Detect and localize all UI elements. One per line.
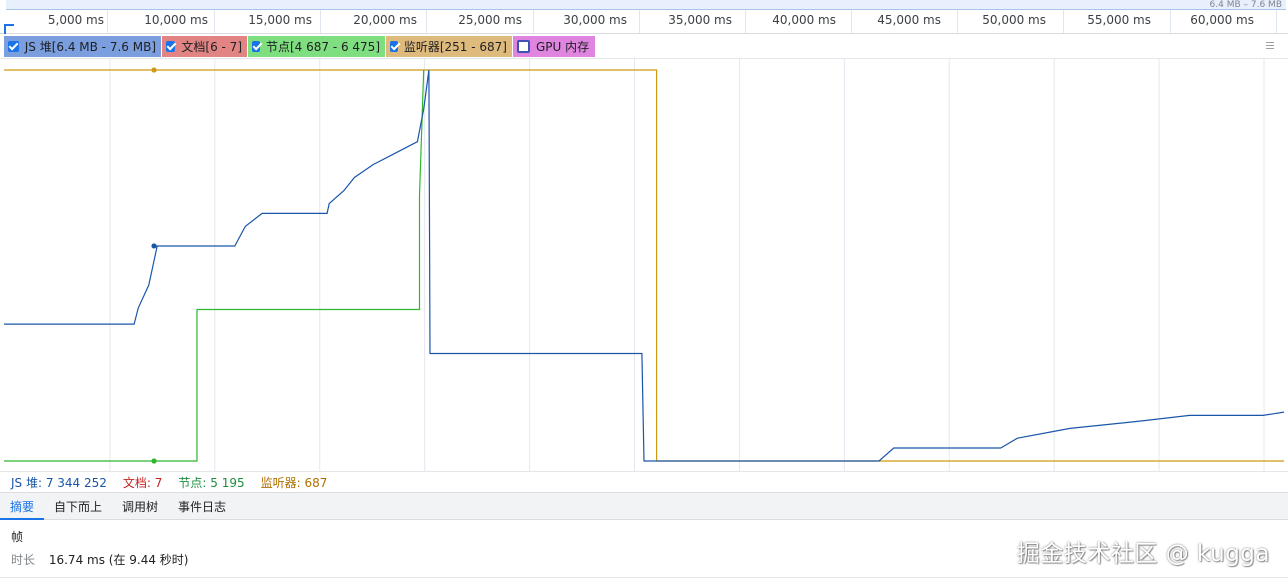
documents-value: 文档: 7 <box>122 475 163 490</box>
checkbox-icon[interactable] <box>517 40 530 53</box>
timeline-ruler[interactable]: 6.4 MB – 7.6 MB 5,000 ms 10,000 ms 15,000 … <box>0 0 1288 34</box>
ruler-tick-label: 20,000 ms <box>353 13 417 27</box>
ruler-tick-label: 40,000 ms <box>772 13 836 27</box>
memory-counters-chart[interactable] <box>0 58 1288 471</box>
duration-value: 16.74 ms (在 9.44 秒时) <box>48 553 189 567</box>
ruler-tick-label: 45,000 ms <box>877 13 941 27</box>
ruler-gridline <box>426 10 427 33</box>
memory-chart-svg <box>4 58 1285 471</box>
ruler-tick-label: 15,000 ms <box>248 13 312 27</box>
ruler-tick-label: 50,000 ms <box>982 13 1046 27</box>
ruler-tick-label: 30,000 ms <box>563 13 627 27</box>
js-heap-value: JS 堆: 7 344 252 <box>11 475 107 490</box>
details-tabs: 摘要 自下而上 调用树 事件日志 <box>0 492 1288 520</box>
legend-label: GPU 内存 <box>536 40 590 54</box>
ruler-tick-label: 55,000 ms <box>1087 13 1151 27</box>
nodes-value: 节点: 5 195 <box>178 475 245 490</box>
legend-label: 文档[6 - 7] <box>181 40 242 54</box>
divider <box>0 577 1288 578</box>
ruler-gridline <box>639 10 640 33</box>
legend-gpu-memory[interactable]: GPU 内存 <box>513 36 595 57</box>
overview-memory-band[interactable] <box>6 0 1286 10</box>
series-marker <box>151 243 157 249</box>
window-left-handle[interactable] <box>4 24 14 34</box>
series-line-nodes <box>4 69 425 462</box>
series-marker <box>151 67 157 73</box>
ruler-gridline <box>533 10 534 33</box>
ruler-gridline <box>1276 10 1277 33</box>
tab-bottom-up[interactable]: 自下而上 <box>44 493 112 519</box>
series-marker <box>151 458 157 464</box>
performance-memory-panel: 6.4 MB – 7.6 MB 5,000 ms 10,000 ms 15,000 … <box>0 0 1288 585</box>
checkbox-icon[interactable] <box>252 41 260 52</box>
overview-range-label: 6.4 MB – 7.6 MB <box>1209 0 1282 10</box>
counter-values: JS 堆: 7 344 252 文档: 7 节点: 5 195 监听器: 687 <box>0 471 1288 492</box>
summary-pane: 帧 时长 16.74 ms (在 9.44 秒时) 掘金技术社区 @ kugga <box>0 520 1288 585</box>
tab-summary[interactable]: 摘要 <box>0 493 45 520</box>
counter-legend: JS 堆[6.4 MB - 7.6 MB] 文档[6 - 7] 节点[4 687 -… <box>0 34 1288 59</box>
legend-label: 监听器[251 - 687] <box>403 40 507 54</box>
ruler-tick-label: 5,000 ms <box>47 13 104 27</box>
legend-nodes[interactable]: 节点[4 687 - 6 475] <box>248 36 385 57</box>
resize-handle-icon[interactable] <box>1266 42 1274 49</box>
ruler-gridline <box>320 10 321 33</box>
listeners-value: 监听器: 687 <box>260 475 328 490</box>
tab-event-log[interactable]: 事件日志 <box>168 493 236 519</box>
legend-label: JS 堆[6.4 MB - 7.6 MB] <box>24 40 156 54</box>
legend-js-heap[interactable]: JS 堆[6.4 MB - 7.6 MB] <box>4 36 161 57</box>
ruler-tick-label: 25,000 ms <box>458 13 522 27</box>
ruler-tick-label: 35,000 ms <box>668 13 732 27</box>
legend-documents[interactable]: 文档[6 - 7] <box>162 36 247 57</box>
legend-listeners[interactable]: 监听器[251 - 687] <box>386 36 512 57</box>
series-line-listeners <box>4 69 1284 462</box>
legend-label: 节点[4 687 - 6 475] <box>265 40 380 54</box>
ruler-tick-label: 10,000 ms <box>144 13 208 27</box>
duration-label: 时长 <box>11 553 36 567</box>
checkbox-icon[interactable] <box>8 41 19 52</box>
watermark: 掘金技术社区 @ kugga <box>1016 541 1270 567</box>
summary-heading: 帧 <box>11 530 24 544</box>
checkbox-icon[interactable] <box>390 41 398 52</box>
duration-row: 时长 16.74 ms (在 9.44 秒时) <box>11 551 188 568</box>
tab-call-tree[interactable]: 调用树 <box>112 493 168 519</box>
ruler-gridline <box>214 10 215 33</box>
ruler-tick-label: 60,000 ms <box>1190 13 1254 27</box>
ruler-gridline <box>107 10 108 33</box>
series-line-js-heap <box>4 69 1285 462</box>
checkbox-icon[interactable] <box>166 41 176 52</box>
